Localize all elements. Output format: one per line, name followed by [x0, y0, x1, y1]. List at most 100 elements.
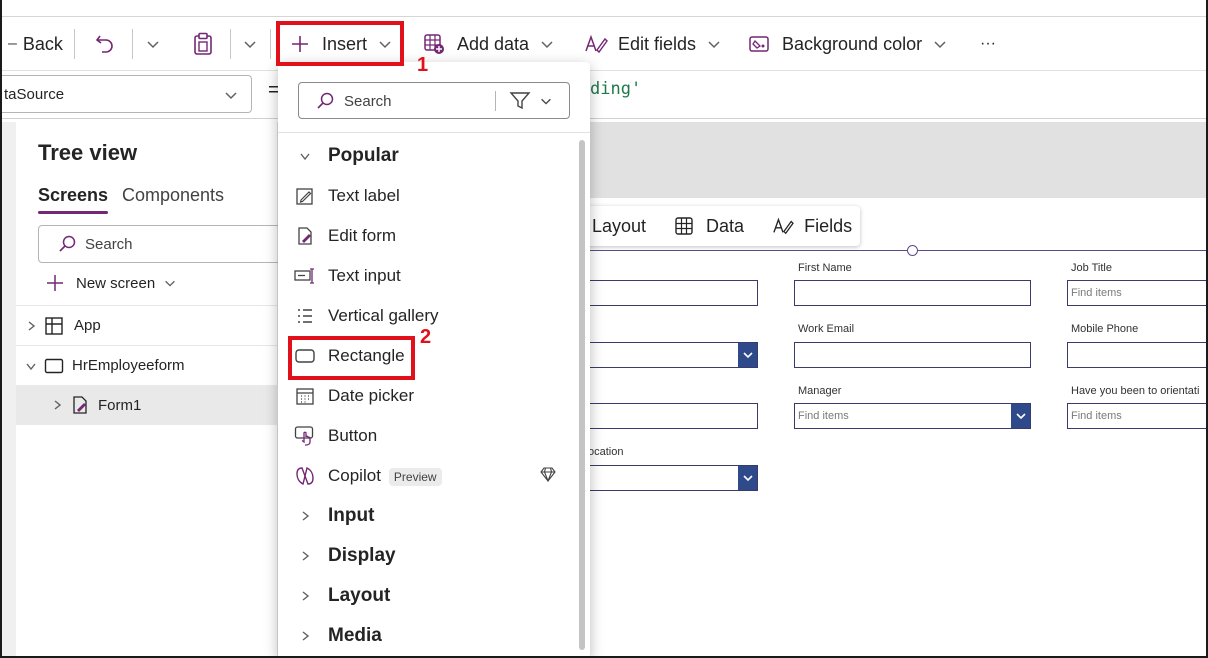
orientation-placeholder: Find items — [1071, 410, 1122, 422]
category-label: Popular — [328, 145, 399, 166]
menu-item-label: Edit form — [328, 226, 397, 245]
tree-search-input[interactable]: Search — [38, 225, 288, 263]
location-label: ocation — [588, 446, 624, 458]
orientation-combobox[interactable]: Find items — [1067, 403, 1206, 429]
tab-components[interactable]: Components — [122, 185, 224, 206]
formula-bar: taSource = ding' — [2, 71, 1206, 119]
background-color-button[interactable]: Background color — [748, 17, 948, 71]
dropdown-button[interactable] — [738, 466, 757, 490]
menu-item-date-picker[interactable]: Date picker — [278, 376, 574, 416]
form-fields-button[interactable]: Fields — [804, 216, 852, 237]
insert-search-input[interactable]: Search — [298, 82, 570, 119]
preview-badge: Preview — [388, 467, 442, 486]
text-input-icon — [294, 265, 316, 287]
property-dropdown[interactable]: taSource — [2, 75, 252, 113]
form-layout-button[interactable]: Layout — [592, 216, 646, 237]
paste-button[interactable] — [192, 17, 214, 71]
form-data-button[interactable]: Data — [706, 216, 744, 237]
menu-item-label: Button — [328, 426, 378, 445]
property-value: taSource — [4, 85, 65, 103]
search-icon — [59, 235, 76, 252]
menu-item-edit-form[interactable]: Edit form — [278, 216, 574, 256]
category-label: Input — [328, 505, 375, 526]
edit-form-icon — [73, 396, 87, 414]
form-field-input[interactable] — [582, 403, 758, 429]
work-email-label: Work Email — [798, 323, 855, 335]
menu-scrollbar[interactable] — [579, 140, 585, 650]
tab-screens[interactable]: Screens — [38, 185, 109, 214]
edit-fields-icon — [773, 217, 794, 235]
back-button[interactable]: – Back — [8, 17, 63, 71]
tree-item-hremployeeform[interactable]: HrEmployeeform — [16, 345, 278, 385]
form-field-dropdown[interactable] — [582, 342, 758, 368]
location-dropdown[interactable] — [582, 465, 758, 491]
category-label: Media — [328, 625, 382, 646]
chevron-down-icon — [225, 92, 237, 100]
add-data-label: Add data — [457, 33, 530, 54]
menu-item-text-input[interactable]: Text input — [278, 256, 574, 296]
chevron-down-icon — [26, 363, 36, 370]
first-name-input[interactable] — [794, 280, 1031, 306]
chevron-down-icon[interactable] — [539, 94, 553, 108]
mobile-phone-input[interactable] — [1067, 342, 1206, 368]
manager-placeholder: Find items — [798, 410, 849, 422]
category-media[interactable]: Media — [278, 616, 574, 656]
divider — [132, 29, 133, 59]
premium-diamond-icon — [540, 466, 556, 487]
plus-icon — [47, 275, 63, 291]
date-picker-icon — [294, 385, 316, 407]
paste-menu-chevron[interactable] — [242, 17, 258, 71]
paint-bucket-icon — [749, 36, 769, 52]
form-field-input[interactable] — [582, 280, 758, 306]
undo-menu-chevron[interactable] — [145, 17, 161, 71]
category-layout[interactable]: Layout — [278, 576, 574, 616]
dropdown-button[interactable] — [1011, 404, 1030, 428]
chevron-down-icon — [244, 41, 256, 49]
copilot-icon — [294, 465, 316, 487]
tree-item-form1[interactable]: Form1 — [16, 385, 278, 425]
text-label-icon — [294, 185, 316, 207]
job-title-combobox[interactable]: Find items — [1067, 280, 1206, 306]
menu-item-label: Text label — [328, 186, 400, 205]
chevron-down-icon — [742, 352, 753, 359]
category-input[interactable]: Input — [278, 496, 574, 536]
command-bar: – Back Insert Add data Edit fields Backg… — [2, 17, 1206, 71]
new-screen-button[interactable]: New screen — [46, 274, 177, 292]
vertical-gallery-icon — [294, 305, 316, 327]
job-title-label: Job Title — [1071, 262, 1112, 274]
edit-fields-button[interactable]: Edit fields — [584, 17, 722, 71]
category-popular[interactable]: Popular — [278, 136, 574, 176]
app-icon — [45, 316, 63, 335]
tree-item-label: HrEmployeeform — [72, 357, 185, 374]
insert-search-placeholder: Search — [344, 93, 392, 110]
menu-item-text-label[interactable]: Text label — [278, 176, 574, 216]
chevron-right-icon — [54, 400, 62, 410]
menu-item-label: Text input — [328, 266, 401, 285]
dropdown-button[interactable] — [738, 343, 757, 367]
chevron-down-icon — [165, 280, 176, 287]
divider — [495, 91, 496, 111]
filter-icon[interactable] — [509, 90, 531, 112]
category-display[interactable]: Display — [278, 536, 574, 576]
chevron-down-icon — [708, 41, 720, 49]
screen-icon — [44, 358, 64, 373]
chevron-right-icon — [294, 625, 316, 647]
work-email-input[interactable] — [794, 342, 1031, 368]
menu-item-button[interactable]: Button — [278, 416, 574, 456]
chevron-down-icon — [742, 475, 753, 482]
manager-combobox[interactable]: Find items — [794, 403, 1031, 429]
chevron-down-icon — [541, 41, 553, 49]
undo-icon — [95, 35, 113, 53]
formula-input[interactable]: ding' — [590, 79, 641, 99]
undo-button[interactable] — [94, 17, 116, 71]
chevron-right-icon — [294, 505, 316, 527]
tree-item-app[interactable]: App — [16, 305, 278, 345]
app-window: – Back Insert Add data Edit fields Backg… — [0, 0, 1208, 658]
resize-handle[interactable] — [907, 245, 918, 256]
divider — [278, 132, 590, 133]
more-options-button[interactable]: ··· — [980, 17, 996, 71]
job-title-placeholder: Find items — [1071, 287, 1122, 299]
menu-item-copilot[interactable]: Copilot Preview — [278, 456, 574, 496]
back-arrow-icon: – — [8, 35, 17, 52]
manager-label: Manager — [798, 385, 842, 397]
